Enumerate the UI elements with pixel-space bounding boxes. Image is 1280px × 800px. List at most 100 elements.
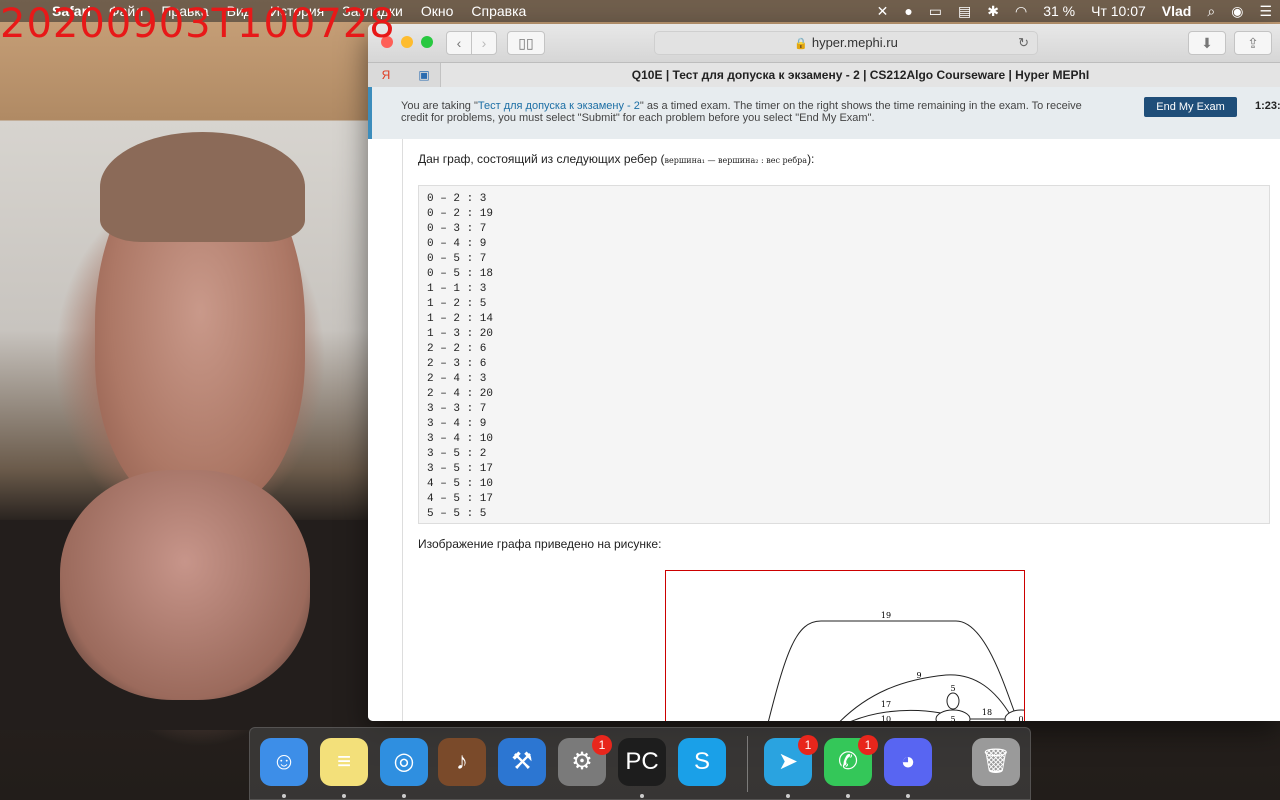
xcode-icon[interactable]: ⚒ bbox=[498, 738, 546, 786]
share-icon: ⇪ bbox=[1247, 35, 1259, 51]
edge-label-17: 17 bbox=[881, 700, 891, 709]
node-label-5: 5 bbox=[950, 715, 955, 721]
running-indicator bbox=[786, 794, 790, 798]
exam-link[interactable]: Тест для допуска к экзамену - 2 bbox=[478, 100, 640, 112]
skype-icon[interactable]: S bbox=[678, 738, 726, 786]
webcam-person-hand bbox=[60, 470, 310, 700]
edge-row: 1 – 2 : 5 bbox=[427, 298, 487, 310]
lock-icon: 🔒 bbox=[794, 38, 808, 50]
sidebar-toggle-button[interactable]: ▯▯ bbox=[507, 31, 545, 55]
self-loop-5 bbox=[946, 692, 960, 710]
notification-badge: 1 bbox=[592, 735, 612, 755]
pinned-tab-chat[interactable]: ▣ bbox=[413, 66, 435, 84]
running-indicator bbox=[282, 794, 286, 798]
notes-icon[interactable]: ≡ bbox=[320, 738, 368, 786]
edge-label-10: 10 bbox=[881, 715, 891, 721]
menu-help[interactable]: Справка bbox=[471, 3, 526, 19]
sidebar-icon: ▯▯ bbox=[518, 35, 534, 51]
reload-icon[interactable]: ↻ bbox=[1018, 32, 1029, 54]
siri-icon[interactable]: ◉ bbox=[1231, 3, 1243, 20]
pinned-tab-yandex[interactable]: Я bbox=[375, 66, 397, 84]
edge-row: 0 – 2 : 3 bbox=[427, 193, 487, 205]
dock-separator bbox=[747, 736, 748, 792]
notification-badge: 1 bbox=[858, 735, 878, 755]
active-tab[interactable]: Q10E | Тест для допуска к экзамену - 2 |… bbox=[440, 63, 1280, 87]
address-bar[interactable]: 🔒 hyper.mephi.ru ↻ bbox=[654, 31, 1038, 55]
safari-icon[interactable]: ◎ bbox=[380, 738, 428, 786]
edge-row: 1 – 1 : 3 bbox=[427, 283, 487, 295]
share-button[interactable]: ⇪ bbox=[1234, 31, 1272, 55]
input-source-icon[interactable]: ▤ bbox=[958, 3, 971, 20]
problem-intro: Дан граф, состоящий из следующих ребер (… bbox=[418, 152, 814, 166]
intro-text: Дан граф, состоящий из следующих ребер ( bbox=[418, 152, 665, 166]
graph-caption: Изображение графа приведено на рисунке: bbox=[418, 537, 662, 551]
user-name[interactable]: Vlad bbox=[1162, 3, 1192, 19]
display-icon[interactable]: ▭ bbox=[929, 3, 942, 20]
chat-bubble-icon: ▣ bbox=[418, 68, 430, 82]
notification-badge: 1 bbox=[798, 735, 818, 755]
discord-icon[interactable]: ◕ bbox=[884, 738, 932, 786]
timed-exam-banner: You are taking "Тест для допуска к экзам… bbox=[368, 87, 1280, 139]
forward-button[interactable]: › bbox=[471, 31, 497, 55]
status-area: ✕ ● ▭ ▤ ✱ ◠ 31 % Чт 10:07 Vlad ⌕ ◉ ☰ bbox=[869, 0, 1280, 22]
edge-row: 2 – 2 : 6 bbox=[427, 343, 487, 355]
garageband-icon[interactable]: ♪ bbox=[438, 738, 486, 786]
clock[interactable]: Чт 10:07 bbox=[1091, 3, 1146, 19]
edge-row: 2 – 4 : 20 bbox=[427, 388, 494, 400]
end-my-exam-button[interactable]: End My Exam bbox=[1144, 97, 1237, 117]
mic-muted-icon[interactable]: ✕ bbox=[877, 3, 889, 20]
dock: ☺ ≡ ◎ ♪ ⚒ ⚙ 1 PC S ➤ 1 ✆ 1 ◕ 🗑 bbox=[249, 727, 1031, 800]
url-text: hyper.mephi.ru bbox=[811, 35, 898, 50]
edge-label-19: 19 bbox=[881, 611, 891, 620]
bluetooth-icon[interactable]: ✱ bbox=[987, 3, 999, 20]
exam-timer: 1:23: bbox=[1255, 100, 1280, 112]
finder-icon[interactable]: ☺ bbox=[260, 738, 308, 786]
running-indicator bbox=[640, 794, 644, 798]
running-indicator bbox=[906, 794, 910, 798]
edge-row: 5 – 5 : 5 bbox=[427, 508, 487, 520]
edge-row: 0 – 5 : 7 bbox=[427, 253, 487, 265]
node-label-0: 0 bbox=[1018, 715, 1023, 721]
notification-icon[interactable]: ● bbox=[904, 3, 912, 19]
exam-banner-message: You are taking "Тест для допуска к экзам… bbox=[401, 100, 1101, 124]
graph-figure: 19 9 17 10 5 5 18 0 bbox=[665, 570, 1025, 721]
edge-row: 3 – 5 : 17 bbox=[427, 463, 494, 475]
wifi-icon[interactable]: ◠ bbox=[1015, 3, 1027, 20]
edge-list: 0 – 2 : 3 0 – 2 : 19 0 – 3 : 7 0 – 4 : 9 0 –… bbox=[418, 185, 1270, 524]
battery-percent[interactable]: 31 % bbox=[1043, 3, 1075, 19]
edge-row: 3 – 4 : 10 bbox=[427, 433, 494, 445]
menu-window[interactable]: Окно bbox=[421, 3, 454, 19]
chevron-right-icon: › bbox=[481, 35, 487, 51]
edge-row: 3 – 3 : 7 bbox=[427, 403, 487, 415]
spotlight-search-icon[interactable]: ⌕ bbox=[1207, 3, 1215, 20]
loop-label-5: 5 bbox=[950, 684, 955, 693]
webcam-person-hair bbox=[100, 132, 305, 242]
running-indicator bbox=[342, 794, 346, 798]
edge-row: 3 – 5 : 2 bbox=[427, 448, 487, 460]
browser-toolbar: ‹ › ▯▯ 🔒 hyper.mephi.ru ↻ ⬇ ⇪ bbox=[368, 24, 1280, 63]
edge-row: 1 – 3 : 20 bbox=[427, 328, 494, 340]
minimize-window-button[interactable] bbox=[401, 36, 413, 48]
edge-row: 2 – 4 : 3 bbox=[427, 373, 487, 385]
safari-window: ‹ › ▯▯ 🔒 hyper.mephi.ru ↻ ⬇ ⇪ Я ▣ Q10E | … bbox=[368, 24, 1280, 721]
edge-row: 0 – 2 : 19 bbox=[427, 208, 494, 220]
edge-row: 0 – 5 : 18 bbox=[427, 268, 494, 280]
intro-end: ): bbox=[807, 152, 815, 166]
yandex-icon: Я bbox=[381, 68, 391, 82]
back-button[interactable]: ‹ bbox=[446, 31, 472, 55]
intro-formula: вершина₁ — вершина₂ : вес ребра bbox=[664, 156, 808, 165]
notification-center-icon[interactable]: ☰ bbox=[1259, 3, 1272, 20]
pycharm-icon[interactable]: PC bbox=[618, 738, 666, 786]
edge-row: 3 – 4 : 9 bbox=[427, 418, 487, 430]
trash-icon[interactable]: 🗑 bbox=[972, 738, 1020, 786]
edge-row: 2 – 3 : 6 bbox=[427, 358, 487, 370]
edge-row: 0 – 4 : 9 bbox=[427, 238, 487, 250]
edge-row: 4 – 5 : 17 bbox=[427, 493, 494, 505]
edge-label-9: 9 bbox=[916, 671, 921, 680]
downloads-button[interactable]: ⬇ bbox=[1188, 31, 1226, 55]
tab-bar: Я ▣ Q10E | Тест для допуска к экзамену -… bbox=[368, 63, 1280, 88]
maximize-window-button[interactable] bbox=[421, 36, 433, 48]
chevron-left-icon: ‹ bbox=[456, 35, 462, 51]
banner-text-start: You are taking " bbox=[401, 100, 478, 112]
content-divider bbox=[402, 139, 403, 721]
